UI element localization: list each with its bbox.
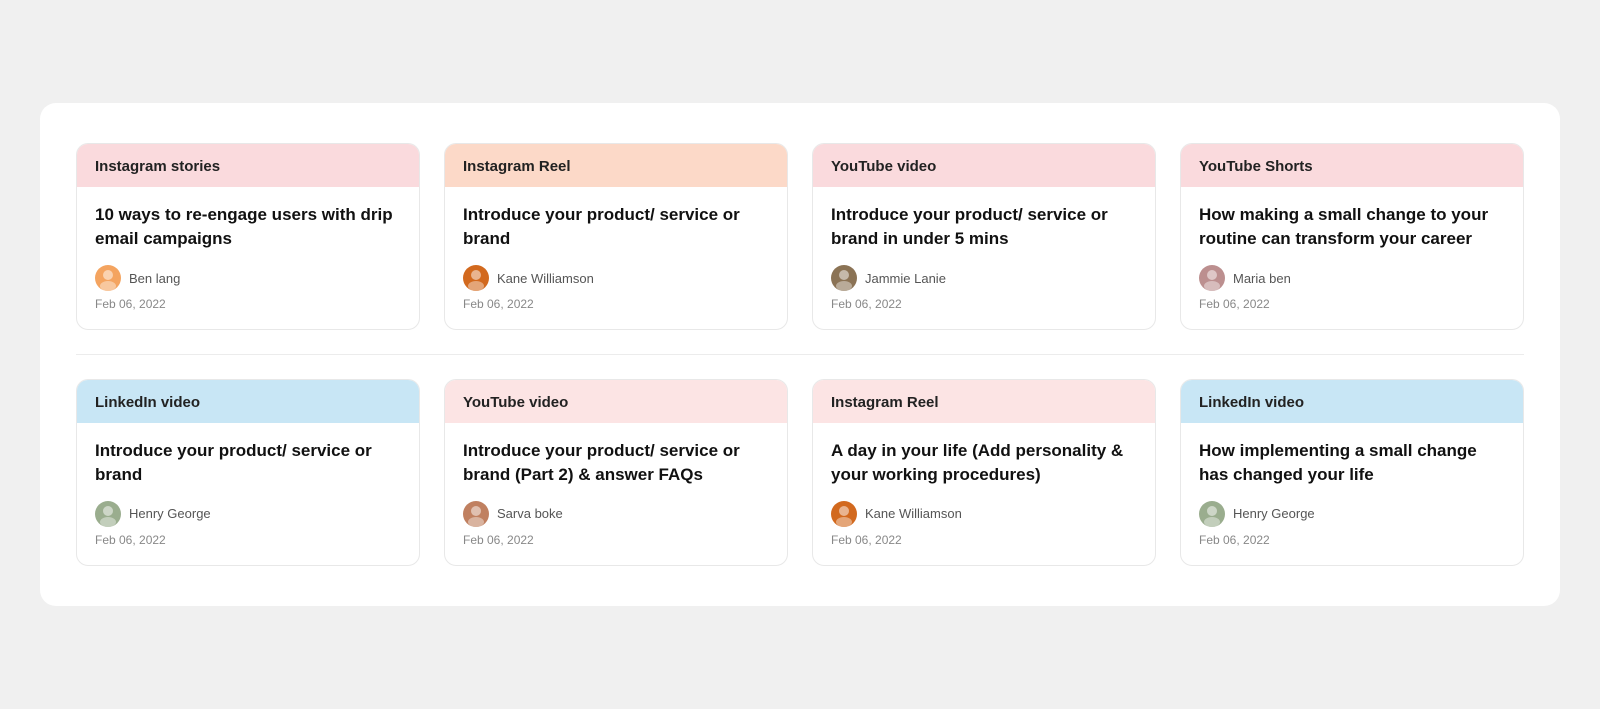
author-row-2: Kane Williamson — [463, 265, 769, 291]
author-name-2: Kane Williamson — [497, 271, 594, 286]
card-title-2: Introduce your product/ service or brand — [463, 203, 769, 251]
author-row-3: Jammie Lanie — [831, 265, 1137, 291]
card-title-6: Introduce your product/ service or brand… — [463, 439, 769, 487]
card-body-7: A day in your life (Add personality & yo… — [813, 423, 1155, 565]
card-body-3: Introduce your product/ service or brand… — [813, 187, 1155, 329]
content-card-2[interactable]: Instagram Reel Introduce your product/ s… — [444, 143, 788, 330]
card-body-8: How implementing a small change has chan… — [1181, 423, 1523, 565]
card-title-1: 10 ways to re-engage users with drip ema… — [95, 203, 401, 251]
avatar-1 — [95, 265, 121, 291]
avatar-8 — [1199, 501, 1225, 527]
author-name-8: Henry George — [1233, 506, 1315, 521]
card-header-4: YouTube Shorts — [1181, 144, 1523, 187]
author-row-1: Ben lang — [95, 265, 401, 291]
date-7: Feb 06, 2022 — [831, 533, 1137, 547]
card-header-6: YouTube video — [445, 380, 787, 423]
card-title-7: A day in your life (Add personality & yo… — [831, 439, 1137, 487]
author-row-6: Sarva boke — [463, 501, 769, 527]
card-body-2: Introduce your product/ service or brand… — [445, 187, 787, 329]
author-row-5: Henry George — [95, 501, 401, 527]
content-card-1[interactable]: Instagram stories 10 ways to re-engage u… — [76, 143, 420, 330]
avatar-3 — [831, 265, 857, 291]
card-title-4: How making a small change to your routin… — [1199, 203, 1505, 251]
date-1: Feb 06, 2022 — [95, 297, 401, 311]
card-header-7: Instagram Reel — [813, 380, 1155, 423]
card-title-8: How implementing a small change has chan… — [1199, 439, 1505, 487]
card-footer-3: Jammie Lanie Feb 06, 2022 — [831, 265, 1137, 311]
date-2: Feb 06, 2022 — [463, 297, 769, 311]
card-header-2: Instagram Reel — [445, 144, 787, 187]
avatar-5 — [95, 501, 121, 527]
date-6: Feb 06, 2022 — [463, 533, 769, 547]
date-4: Feb 06, 2022 — [1199, 297, 1505, 311]
main-container: Instagram stories 10 ways to re-engage u… — [40, 103, 1560, 605]
avatar-2 — [463, 265, 489, 291]
avatar-6 — [463, 501, 489, 527]
author-row-8: Henry George — [1199, 501, 1505, 527]
author-name-6: Sarva boke — [497, 506, 563, 521]
card-header-1: Instagram stories — [77, 144, 419, 187]
card-footer-4: Maria ben Feb 06, 2022 — [1199, 265, 1505, 311]
date-8: Feb 06, 2022 — [1199, 533, 1505, 547]
content-card-8[interactable]: LinkedIn video How implementing a small … — [1180, 379, 1524, 566]
card-body-1: 10 ways to re-engage users with drip ema… — [77, 187, 419, 329]
card-title-3: Introduce your product/ service or brand… — [831, 203, 1137, 251]
author-name-7: Kane Williamson — [865, 506, 962, 521]
author-name-3: Jammie Lanie — [865, 271, 946, 286]
content-card-5[interactable]: LinkedIn video Introduce your product/ s… — [76, 379, 420, 566]
card-footer-5: Henry George Feb 06, 2022 — [95, 501, 401, 547]
card-title-5: Introduce your product/ service or brand — [95, 439, 401, 487]
card-header-8: LinkedIn video — [1181, 380, 1523, 423]
card-footer-1: Ben lang Feb 06, 2022 — [95, 265, 401, 311]
content-card-3[interactable]: YouTube video Introduce your product/ se… — [812, 143, 1156, 330]
content-card-6[interactable]: YouTube video Introduce your product/ se… — [444, 379, 788, 566]
author-row-4: Maria ben — [1199, 265, 1505, 291]
card-body-5: Introduce your product/ service or brand… — [77, 423, 419, 565]
author-row-7: Kane Williamson — [831, 501, 1137, 527]
card-footer-7: Kane Williamson Feb 06, 2022 — [831, 501, 1137, 547]
content-card-4[interactable]: YouTube Shorts How making a small change… — [1180, 143, 1524, 330]
content-card-7[interactable]: Instagram Reel A day in your life (Add p… — [812, 379, 1156, 566]
date-3: Feb 06, 2022 — [831, 297, 1137, 311]
author-name-5: Henry George — [129, 506, 211, 521]
cards-grid: Instagram stories 10 ways to re-engage u… — [76, 143, 1524, 565]
author-name-1: Ben lang — [129, 271, 180, 286]
date-5: Feb 06, 2022 — [95, 533, 401, 547]
row-divider — [76, 354, 1524, 355]
card-footer-2: Kane Williamson Feb 06, 2022 — [463, 265, 769, 311]
card-header-3: YouTube video — [813, 144, 1155, 187]
card-header-5: LinkedIn video — [77, 380, 419, 423]
avatar-7 — [831, 501, 857, 527]
card-body-6: Introduce your product/ service or brand… — [445, 423, 787, 565]
card-footer-6: Sarva boke Feb 06, 2022 — [463, 501, 769, 547]
author-name-4: Maria ben — [1233, 271, 1291, 286]
card-body-4: How making a small change to your routin… — [1181, 187, 1523, 329]
card-footer-8: Henry George Feb 06, 2022 — [1199, 501, 1505, 547]
avatar-4 — [1199, 265, 1225, 291]
